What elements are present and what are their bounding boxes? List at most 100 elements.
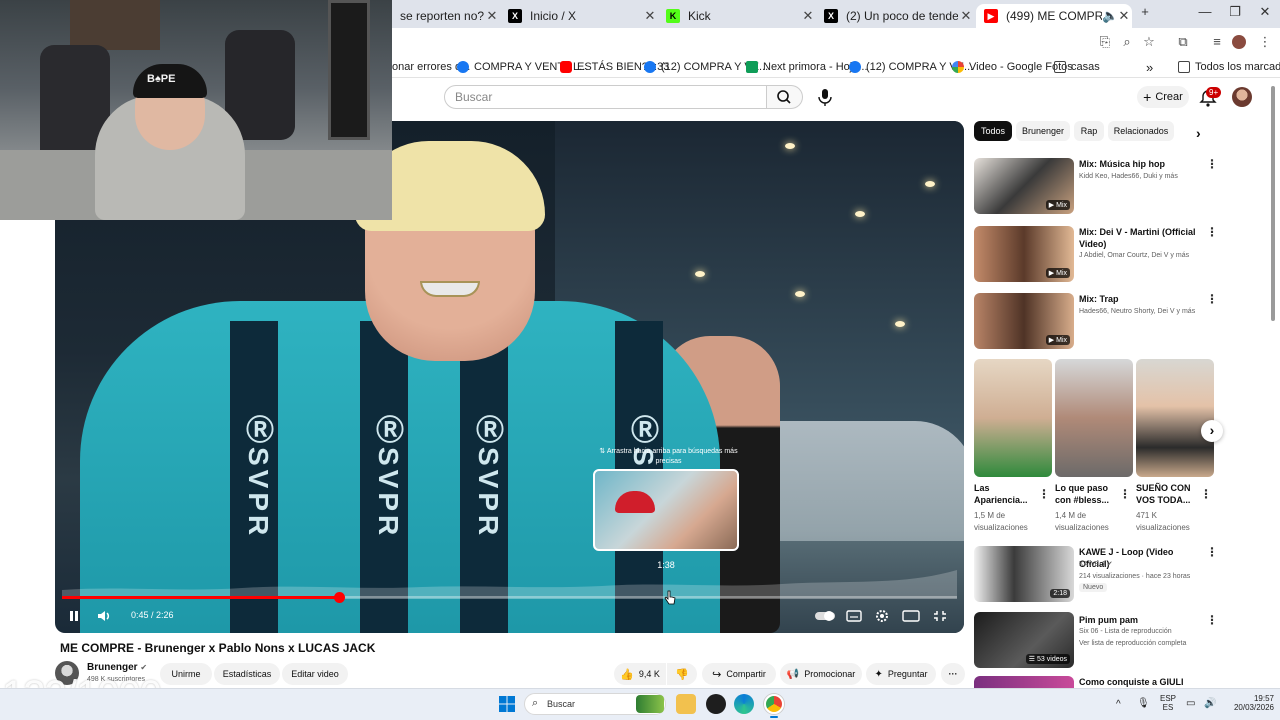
channel-name[interactable]: Brunenger ✔ bbox=[87, 662, 147, 673]
minimize-icon[interactable]: — bbox=[1190, 4, 1220, 24]
volume-icon[interactable] bbox=[95, 607, 115, 625]
account-avatar[interactable] bbox=[1232, 87, 1252, 107]
join-button[interactable]: Unirme bbox=[160, 663, 212, 685]
new-tab-button[interactable]: + bbox=[1130, 4, 1160, 24]
microphone-tray-icon[interactable]: 🎙 bbox=[1137, 698, 1150, 709]
more-options-icon[interactable]: ⋮ bbox=[1206, 293, 1218, 305]
edge-icon[interactable] bbox=[734, 694, 754, 714]
like-button[interactable]: 👍 9,4 K bbox=[614, 663, 666, 685]
more-options-icon[interactable]: ⋮ bbox=[1206, 614, 1218, 626]
short-thumbnail[interactable] bbox=[974, 359, 1052, 477]
close-tab-icon[interactable]: ✕ bbox=[484, 8, 500, 24]
x-logo-icon: X bbox=[824, 9, 838, 23]
mix-thumbnail[interactable]: ▶ Mix bbox=[974, 226, 1074, 282]
promote-button[interactable]: 📢 Promocionar bbox=[780, 663, 862, 685]
subtitles-icon[interactable] bbox=[844, 607, 864, 625]
more-options-icon[interactable]: ⋮ bbox=[1206, 546, 1218, 558]
mix-thumbnail[interactable]: ▶ Mix bbox=[974, 293, 1074, 349]
language-indicator[interactable]: ESP ES bbox=[1160, 694, 1176, 712]
youtube-logo-icon: ▶ bbox=[984, 9, 998, 23]
pause-icon[interactable] bbox=[64, 607, 84, 625]
verified-icon: ✔ bbox=[140, 663, 148, 672]
chip-related[interactable]: Relacionados bbox=[1108, 121, 1174, 141]
chip-rap[interactable]: Rap bbox=[1074, 121, 1104, 141]
edit-video-button[interactable]: Editar video bbox=[282, 663, 348, 685]
install-app-icon[interactable]: ⎘ bbox=[1096, 34, 1114, 50]
restore-icon[interactable]: ❐ bbox=[1220, 4, 1250, 24]
media-controls-icon[interactable]: ≡ bbox=[1208, 34, 1226, 50]
more-options-icon[interactable]: ⋮ bbox=[1200, 487, 1212, 501]
search-button[interactable] bbox=[767, 85, 803, 109]
recommendation-title[interactable]: Como conquiste a GIULI bbox=[1079, 676, 1199, 688]
extensions-icon[interactable]: ⧉ bbox=[1174, 34, 1192, 50]
network-icon[interactable]: ▭ bbox=[1186, 698, 1195, 709]
chip-all[interactable]: Todos bbox=[974, 121, 1012, 141]
tab-youtube-active[interactable]: ▶ (499) ME COMPRE - Brunenger 🔈 ✕ bbox=[976, 4, 1132, 28]
clock[interactable]: 19:57 20/03/2026 bbox=[1224, 694, 1274, 712]
chips-next-icon[interactable]: › bbox=[1196, 125, 1201, 141]
facebook-icon bbox=[644, 61, 656, 73]
short-thumbnail[interactable] bbox=[1055, 359, 1133, 477]
chip-brunenger[interactable]: Brunenger bbox=[1016, 121, 1070, 141]
bookmarks-overflow-button[interactable]: » bbox=[1146, 60, 1153, 75]
settings-gear-icon[interactable] bbox=[872, 607, 892, 625]
more-options-icon[interactable]: ⋮ bbox=[1119, 487, 1131, 501]
close-tab-icon[interactable]: ✕ bbox=[642, 8, 658, 24]
more-options-icon[interactable]: ⋮ bbox=[1206, 226, 1218, 238]
more-options-icon[interactable]: ⋮ bbox=[1206, 158, 1218, 170]
windows-start-icon[interactable] bbox=[498, 695, 516, 713]
close-tab-icon[interactable]: ✕ bbox=[800, 8, 816, 24]
ask-button[interactable]: ✦ Preguntar bbox=[866, 663, 936, 685]
video-thumbnail[interactable] bbox=[974, 676, 1074, 688]
short-title[interactable]: Las Apariencia... bbox=[974, 482, 1042, 506]
verified-icon: ✔ bbox=[1106, 561, 1113, 568]
close-tab-icon[interactable]: ✕ bbox=[958, 8, 974, 24]
page-scrollbar[interactable] bbox=[1271, 86, 1275, 321]
short-thumbnail[interactable] bbox=[1136, 359, 1214, 477]
view-playlist-link[interactable]: Ver lista de reproducción completa bbox=[1079, 639, 1204, 649]
short-title[interactable]: Lo que paso con #bless... bbox=[1055, 482, 1123, 506]
more-options-icon[interactable]: ⋮ bbox=[1038, 487, 1050, 501]
tab-x-trends[interactable]: X (2) Un poco de tendencias en X ✕ bbox=[816, 4, 974, 28]
tab-reggaeton[interactable]: se reporten no? #regga ✕ bbox=[392, 4, 500, 28]
bookmark-star-icon[interactable]: ☆ bbox=[1140, 34, 1158, 50]
share-button[interactable]: ↪ Compartir bbox=[702, 663, 776, 685]
recommendation-title[interactable]: Mix: Dei V - Martini (Official Video) bbox=[1079, 226, 1199, 250]
search-input[interactable]: Buscar bbox=[444, 85, 767, 109]
speaker-icon[interactable]: 🔈 bbox=[1102, 8, 1118, 24]
recommendation-title[interactable]: Mix: Música hip hop bbox=[1079, 158, 1199, 170]
sparkle-icon: ✦ bbox=[874, 668, 883, 680]
zoom-icon[interactable]: ⌕ bbox=[1118, 34, 1136, 50]
file-explorer-icon[interactable] bbox=[676, 694, 696, 714]
autoplay-toggle-icon[interactable] bbox=[814, 607, 836, 625]
stats-button[interactable]: Estadísticas bbox=[214, 663, 280, 685]
profile-avatar-icon[interactable] bbox=[1232, 35, 1246, 49]
mix-thumbnail[interactable]: ▶ Mix bbox=[974, 158, 1074, 214]
theater-mode-icon[interactable] bbox=[901, 607, 921, 625]
volume-tray-icon[interactable]: 🔊 bbox=[1204, 698, 1216, 709]
exit-fullscreen-icon[interactable] bbox=[930, 607, 950, 625]
shorts-next-icon[interactable]: › bbox=[1201, 420, 1223, 442]
short-views: 1,4 M de visualizaciones bbox=[1055, 511, 1109, 532]
bookmark-folder[interactable]: casas bbox=[1054, 60, 1100, 74]
tab-x-home[interactable]: X Inicio / X ✕ bbox=[500, 4, 658, 28]
recommendation-title[interactable]: Mix: Trap bbox=[1079, 293, 1199, 305]
close-window-icon[interactable]: ✕ bbox=[1250, 4, 1280, 24]
recommendation-title[interactable]: Pim pum pam bbox=[1079, 614, 1199, 626]
obs-icon[interactable] bbox=[706, 694, 726, 714]
tab-kick[interactable]: K Kick ✕ bbox=[658, 4, 816, 28]
chrome-menu-icon[interactable]: ⋮ bbox=[1256, 34, 1274, 50]
microphone-icon[interactable] bbox=[814, 86, 836, 108]
notifications-badge: 9+ bbox=[1206, 87, 1222, 98]
create-button[interactable]: + Crear bbox=[1137, 86, 1189, 108]
more-actions-icon[interactable]: ··· bbox=[941, 663, 965, 685]
tray-overflow-icon[interactable]: ^ bbox=[1116, 699, 1121, 710]
new-badge: Nuevo bbox=[1079, 583, 1108, 592]
short-title[interactable]: SUEÑO CON VOS TODA... bbox=[1136, 482, 1204, 506]
short-views: 1,5 M de visualizaciones bbox=[974, 511, 1028, 532]
chrome-icon[interactable] bbox=[764, 694, 784, 714]
playlist-thumbnail[interactable]: ☰ 53 videos bbox=[974, 612, 1074, 668]
all-bookmarks-button[interactable]: Todos los marcadores bbox=[1178, 60, 1280, 74]
video-thumbnail[interactable]: 2:18 bbox=[974, 546, 1074, 602]
dislike-button[interactable]: 👎 bbox=[667, 663, 697, 685]
